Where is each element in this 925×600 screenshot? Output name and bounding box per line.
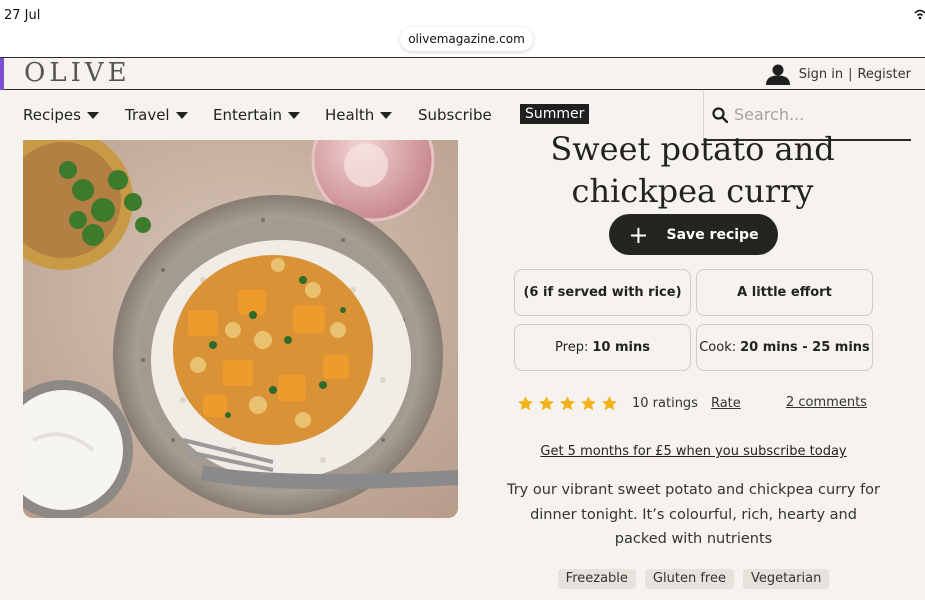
search-icon[interactable]: [712, 107, 728, 123]
serves-box: (6 if served with rice): [514, 269, 691, 316]
nav-health-label: Health: [325, 106, 375, 124]
prep-label: Prep:: [555, 340, 589, 355]
cook-value: 20 mins - 25 mins: [740, 340, 870, 355]
nav-entertain[interactable]: Entertain: [213, 104, 301, 126]
tag-gluten-free[interactable]: Gluten free: [644, 569, 734, 589]
serves-text: (6 if served with rice): [523, 285, 682, 300]
search-input[interactable]: [734, 102, 904, 126]
register-link[interactable]: Register: [857, 67, 911, 82]
recipe-title-line-2: chickpea curry: [571, 172, 814, 210]
star-icon: [518, 395, 533, 410]
olive-logo[interactable]: OLIVE: [24, 58, 131, 89]
curry-bowl-illustration: [23, 140, 458, 518]
prep-value: 10 mins: [592, 340, 650, 355]
nav-travel[interactable]: Travel: [125, 104, 188, 126]
browser-status-bar: 27 Jul olivemagazine.com: [0, 0, 925, 57]
url-bar[interactable]: olivemagazine.com: [400, 27, 533, 51]
nav-travel-label: Travel: [125, 106, 170, 124]
account-links: Sign in | Register: [765, 62, 911, 86]
sign-in-link[interactable]: Sign in: [799, 67, 843, 82]
caret-down-icon: [288, 111, 301, 119]
subscribe-promo-link[interactable]: Get 5 months for £5 when you subscribe t…: [470, 444, 917, 459]
difficulty-text: A little effort: [737, 285, 832, 300]
star-icon: [560, 395, 575, 410]
caret-down-icon: [86, 111, 99, 119]
ratings-count: 10 ratings: [632, 395, 698, 411]
recipe-description: Try our vibrant sweet potato and chickpe…: [506, 482, 881, 547]
user-icon[interactable]: [765, 63, 791, 85]
nav-summer[interactable]: Summer: [520, 104, 590, 124]
account-separator: |: [848, 66, 853, 82]
caret-down-icon: [175, 111, 188, 119]
nav-recipes[interactable]: Recipes: [23, 104, 99, 126]
prep-time-box: Prep: 10 mins: [514, 324, 691, 371]
rate-link[interactable]: Rate: [711, 396, 741, 411]
recipe-tags: Freezable Gluten free Vegetarian: [470, 569, 917, 589]
nav-entertain-label: Entertain: [213, 106, 283, 124]
recipe-photo: [23, 140, 458, 518]
plus-icon: +: [628, 220, 649, 249]
recipe-title-line-1: Sweet potato and: [550, 130, 835, 168]
nav-subscribe[interactable]: Subscribe: [418, 104, 492, 126]
star-icon: [539, 395, 554, 410]
comments-link[interactable]: 2 comments: [786, 395, 867, 410]
star-icon: [581, 395, 596, 410]
wifi-icon: [914, 9, 925, 20]
status-date: 27 Jul: [4, 8, 41, 23]
star-rating: [517, 395, 622, 412]
site-header: OLIVE Sign in | Register: [0, 57, 925, 90]
tag-freezable[interactable]: Freezable: [557, 569, 636, 589]
recipe-title: Sweet potato and chickpea curry: [470, 128, 915, 212]
tag-vegetarian[interactable]: Vegetarian: [742, 569, 830, 589]
caret-down-icon: [380, 111, 393, 119]
cook-time-box: Cook: 20 mins - 25 mins: [696, 324, 873, 371]
cook-label: Cook:: [699, 340, 737, 355]
nav-health[interactable]: Health: [325, 104, 393, 126]
nav-recipes-label: Recipes: [23, 106, 81, 124]
star-icon: [602, 395, 617, 410]
difficulty-box: A little effort: [696, 269, 873, 316]
save-recipe-button[interactable]: + Save recipe: [609, 214, 778, 255]
nav-subscribe-label: Subscribe: [418, 106, 492, 124]
ratings-row: 10 ratings Rate: [517, 394, 741, 412]
save-recipe-label: Save recipe: [666, 226, 759, 243]
